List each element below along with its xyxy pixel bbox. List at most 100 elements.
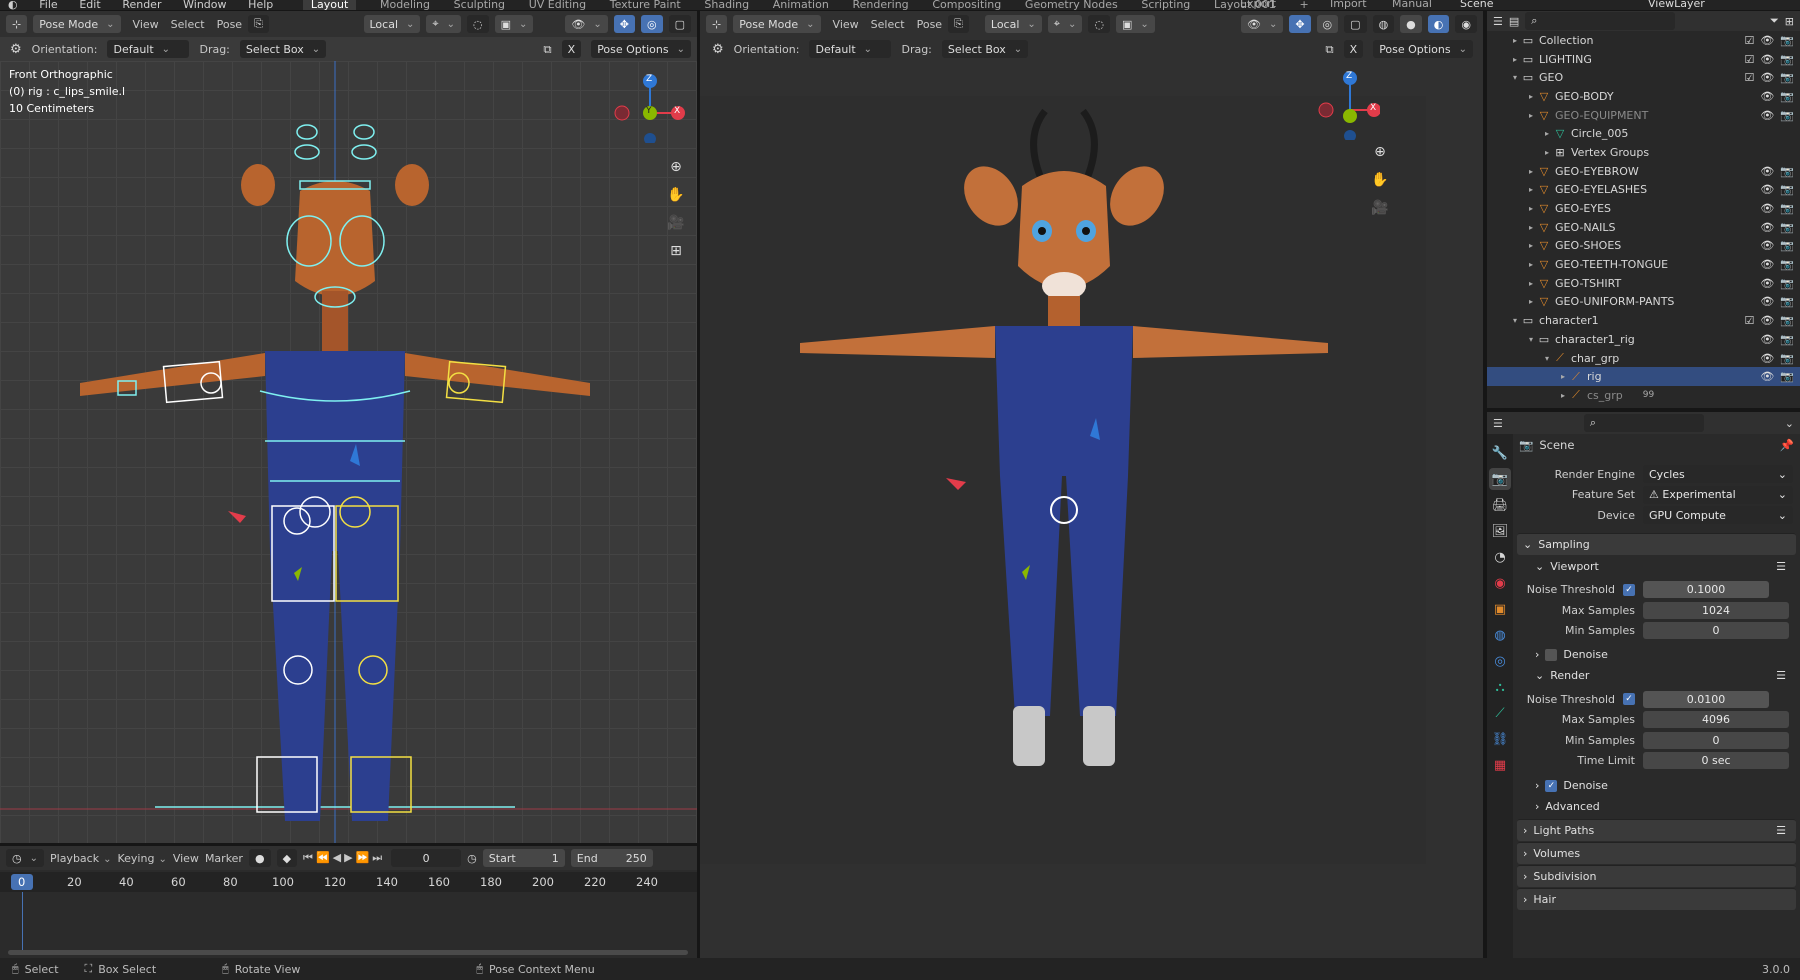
menu-render[interactable]: Render [122,0,161,10]
mirror-x-button[interactable]: X [1343,40,1364,58]
shading-solid-icon[interactable]: ● [1400,15,1422,33]
marker-menu[interactable]: Marker [205,852,243,865]
expand-toggle-icon[interactable]: ▸ [1541,129,1553,138]
bone-constraint-tab-icon[interactable]: ⛓ [1489,728,1511,750]
proportional-icon[interactable]: ◌ [467,15,489,33]
frame-ruler[interactable]: 0 20 40 60 80 100 120 140 160 180 200 22… [0,872,697,892]
outliner-row[interactable]: ▸ ▭ LIGHTING ☑ 👁 📷 [1487,50,1800,69]
shading-material-icon[interactable]: ◐ [1427,15,1450,33]
timeline-scrollbar[interactable] [8,950,688,955]
filter-icon[interactable]: ⏷ [1770,14,1779,28]
bone-tab-icon[interactable]: ⟋ [1489,702,1511,724]
expand-toggle-icon[interactable]: ▸ [1525,279,1537,288]
mirror-icon[interactable]: ⧉ [1325,42,1333,57]
expand-toggle-icon[interactable]: ▸ [1525,241,1537,250]
outliner-row[interactable]: ▾ ⟋ char_grp 👁 📷 [1487,349,1800,368]
workspace-tab-scripting[interactable]: Scripting [1141,0,1190,10]
visibility-eye-icon[interactable]: 👁 [1760,109,1774,122]
playhead[interactable] [22,892,23,952]
visibility-eye-icon[interactable]: 👁 [1760,71,1774,84]
pose-copy-icon[interactable]: ⎘ [948,15,969,33]
visibility-eye-icon[interactable]: 👁 [1760,90,1774,103]
render-camera-icon[interactable]: 📷 [1780,165,1794,178]
render-tab-icon[interactable]: 📷 [1489,468,1511,490]
left-viewport-canvas[interactable]: Front Orthographic (0) rig : c_lips_smil… [0,61,697,843]
snap-icon[interactable]: ⌖ [1047,15,1083,33]
exclude-checkbox[interactable]: ☑ [1744,71,1754,84]
outliner-row[interactable]: ▸ ▽ Circle_005 [1487,124,1800,143]
gizmo-icon[interactable]: ✥ [613,15,635,33]
view-menu[interactable]: View [833,18,859,31]
transform-pivot-selector[interactable]: Local [363,15,421,33]
snap-icon[interactable]: ⌖ [426,15,461,33]
render-camera-icon[interactable]: 📷 [1780,277,1794,290]
workspace-tab-modeling[interactable]: Modeling [380,0,430,10]
outliner-row[interactable]: ▸ ▽ GEO-EYES 👁 📷 [1487,199,1800,218]
preset-list-icon[interactable]: ☰ [1776,560,1786,573]
drag-selector[interactable]: Select Box [239,40,327,58]
render-camera-icon[interactable]: 📷 [1780,239,1794,252]
ortho-grid-icon[interactable]: ⊞ [664,239,688,263]
object-tab-icon[interactable]: ▣ [1489,598,1511,620]
export-button[interactable]: Export [1240,0,1276,10]
transform-pivot-selector[interactable]: Local [984,15,1042,33]
visibility-eye-icon[interactable]: 👁 [1760,333,1774,346]
playback-menu[interactable]: Playback [50,852,111,865]
keyframe-icon[interactable]: ◆ [276,849,298,867]
texture-tab-icon[interactable]: ▦ [1489,754,1511,776]
physics-tab-icon[interactable]: ◎ [1489,650,1511,672]
render-camera-icon[interactable]: 📷 [1780,71,1794,84]
menu-help[interactable]: Help [248,0,273,10]
drag-selector[interactable]: Select Box [941,40,1029,58]
modifier-tab-icon[interactable]: ◍ [1489,624,1511,646]
orientation-selector[interactable]: Default [107,40,190,58]
vp-noise-field[interactable]: 0.1000 [1643,581,1769,599]
expand-toggle-icon[interactable]: ▸ [1509,36,1521,45]
visibility-eye-icon[interactable]: 👁 [1760,314,1774,327]
render-camera-icon[interactable]: 📷 [1780,314,1794,327]
add-workspace-button[interactable]: + [1300,0,1309,10]
select-menu[interactable]: Select [871,18,905,31]
mode-selector[interactable]: Pose Mode [33,15,121,33]
visibility-eye-icon[interactable]: 👁 [1760,277,1774,290]
exclude-checkbox[interactable]: ☑ [1744,34,1754,47]
outliner-row[interactable]: ▸ ▽ GEO-EQUIPMENT 👁 📷 [1487,106,1800,125]
scene-tab-icon[interactable]: ◔ [1489,546,1511,568]
xray-icon[interactable]: ▢ [668,15,691,33]
outliner-row[interactable]: ▸ ▽ GEO-TSHIRT 👁 📷 [1487,274,1800,293]
display-mode-icon[interactable]: ▤ [1509,15,1519,28]
volumes-panel-header[interactable]: › Volumes [1517,842,1796,864]
new-collection-icon[interactable]: ⊞ [1785,15,1794,28]
pan-hand-icon[interactable]: ✋ [1368,168,1392,192]
visibility-eye-icon[interactable]: 👁 [1760,53,1774,66]
mode-selector[interactable]: Pose Mode [733,15,821,33]
visibility-eye-icon[interactable]: 👁 [1760,258,1774,271]
r-noise-field[interactable]: 0.0100 [1643,690,1769,708]
vp-min-field[interactable]: 0 [1643,622,1789,640]
proportional-icon[interactable]: ◌ [1088,15,1110,33]
tool-settings-icon[interactable]: ⚙ [10,42,22,57]
workspace-tab-geometry-nodes[interactable]: Geometry Nodes [1025,0,1118,10]
visibility-eye-icon[interactable]: 👁 [1760,202,1774,215]
outliner-search-input[interactable]: ⌕ [1525,12,1676,30]
render-camera-icon[interactable]: 📷 [1780,295,1794,308]
sampling-panel-header[interactable]: ⌄ Sampling [1517,532,1796,555]
timeline-view-menu[interactable]: View [173,852,199,865]
vp-denoise-checkbox[interactable] [1545,648,1558,661]
expand-toggle-icon[interactable]: ▾ [1541,354,1553,363]
pose-menu[interactable]: Pose [917,18,942,31]
start-frame-field[interactable]: Start 1 [482,849,565,867]
editor-type-button[interactable]: ⊹ [706,15,728,33]
zoom-icon[interactable]: ⊕ [664,155,688,179]
keying-menu[interactable]: Keying [117,852,166,865]
outliner-row[interactable]: ▸ ▽ GEO-UNIFORM-PANTS 👁 📷 [1487,293,1800,312]
properties-editor-icon[interactable]: ☰ [1493,417,1503,430]
workspace-tab-uv-editing[interactable]: UV Editing [529,0,586,10]
workspace-tab-layout[interactable]: Layout [302,0,357,10]
expand-toggle-icon[interactable]: ▸ [1525,167,1537,176]
workspace-tab-sculpting[interactable]: Sculpting [454,0,505,10]
pose-copy-icon[interactable]: ⎘ [248,15,269,33]
subdivision-panel-header[interactable]: › Subdivision [1517,865,1796,887]
expand-toggle-icon[interactable]: ▸ [1557,372,1569,381]
tool-tab-icon[interactable]: 🔧 [1489,442,1511,464]
